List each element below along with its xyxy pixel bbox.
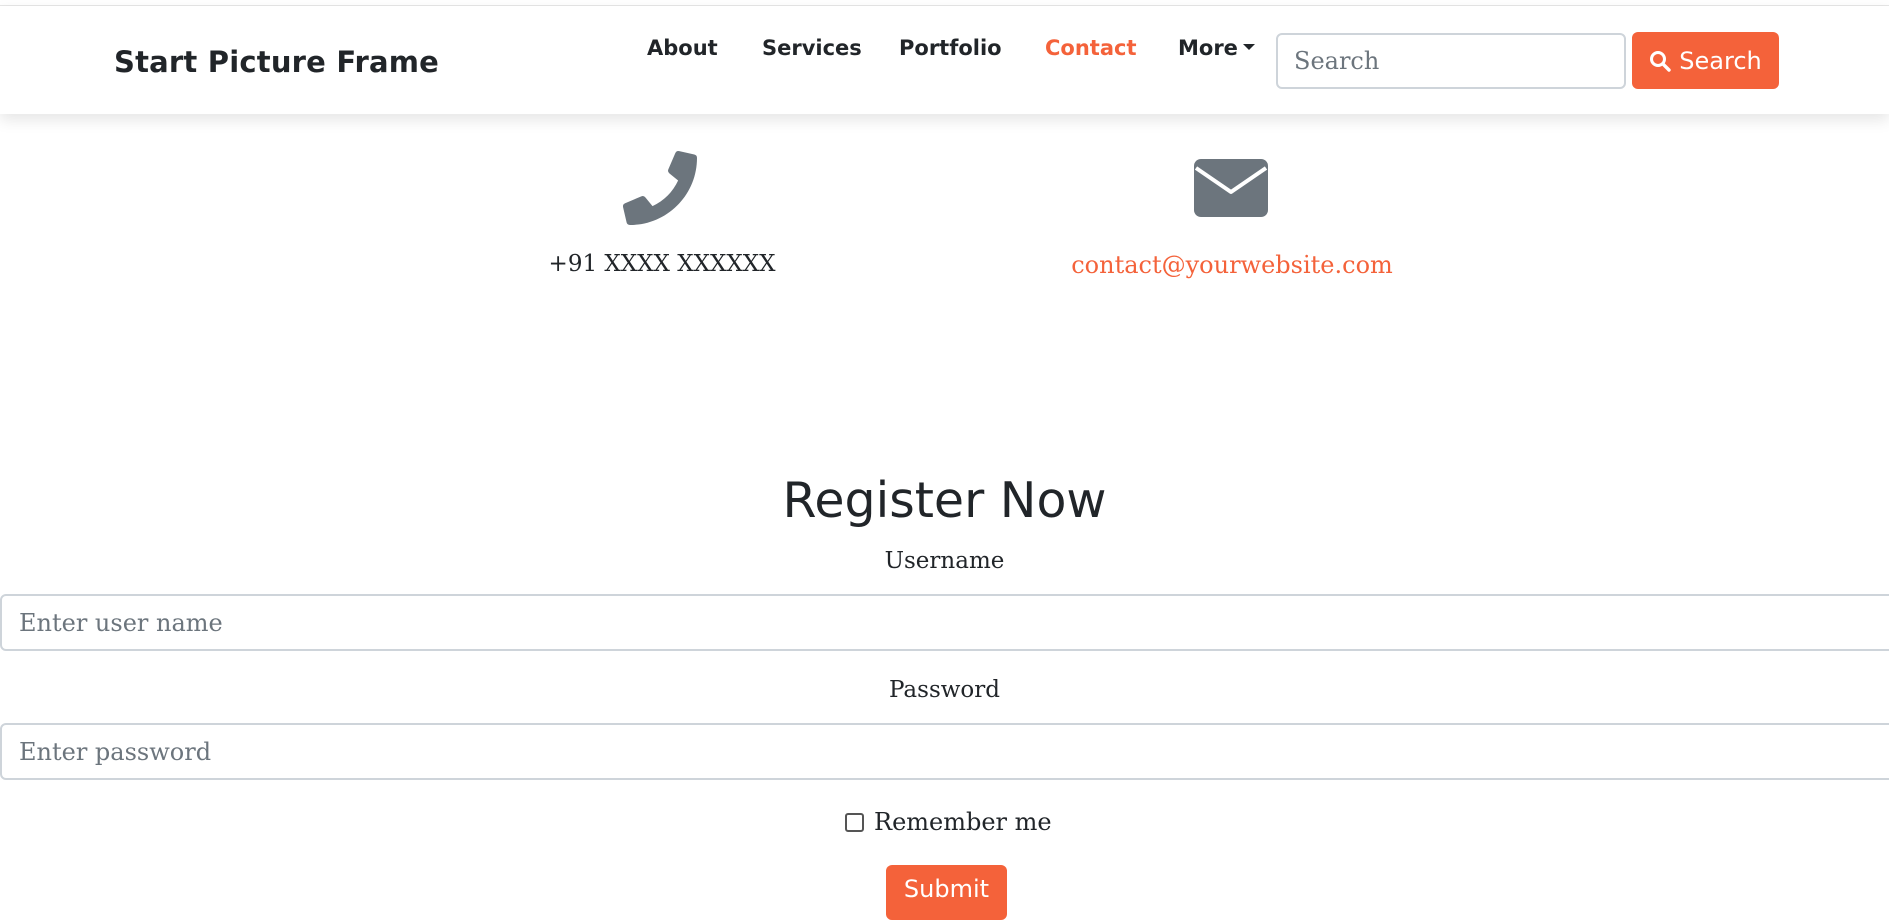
brand-logo[interactable]: Start Picture Frame [114,45,439,79]
contact-email-link[interactable]: contact@yourwebsite.com [1010,251,1454,279]
phone-icon [623,151,697,225]
remember-me-row: Remember me [845,806,1052,838]
envelope-icon [1194,159,1268,217]
password-input[interactable] [0,723,1889,780]
search-icon [1650,50,1671,72]
username-label: Username [884,548,1005,574]
navbar: Start Picture Frame About Services Portf… [0,6,1889,114]
search-button[interactable]: Search [1632,32,1779,89]
password-label: Password [888,677,1000,703]
nav-link-contact[interactable]: Contact [1045,36,1137,60]
nav-link-portfolio[interactable]: Portfolio [899,36,1002,60]
nav-link-more[interactable]: More [1178,36,1255,60]
remember-me-label[interactable]: Remember me [874,808,1052,836]
search-button-label: Search [1679,46,1762,75]
nav-link-more-label: More [1178,36,1238,60]
nav-link-about[interactable]: About [647,36,718,60]
remember-me-checkbox[interactable] [845,812,864,832]
register-title: Register Now [782,472,1107,529]
username-input[interactable] [0,594,1889,651]
caret-down-icon [1242,44,1255,50]
nav-link-services[interactable]: Services [762,36,862,60]
contact-phone: +91 XXXX XXXXXX [548,251,776,277]
search-input[interactable] [1276,33,1626,89]
submit-button[interactable]: Submit [886,865,1007,920]
